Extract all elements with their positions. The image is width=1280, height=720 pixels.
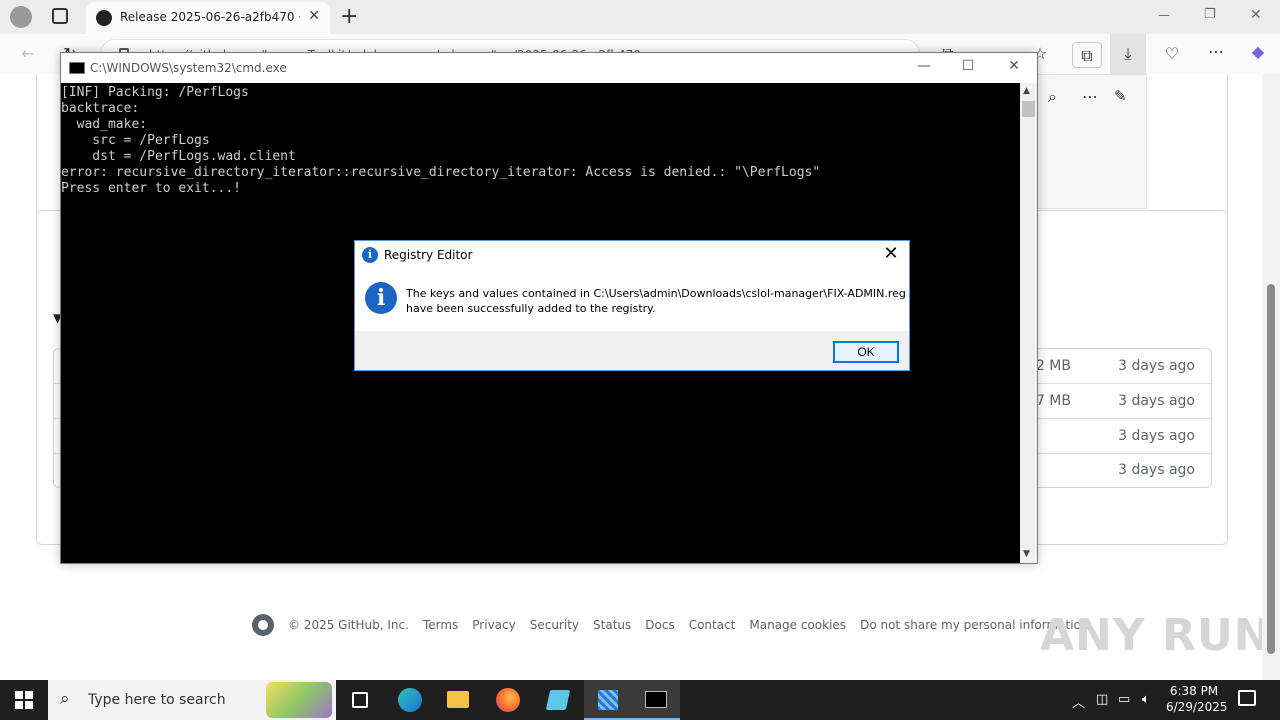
cmd-output: [INF] Packing: /PerfLogs backtrace: wad_m… bbox=[61, 85, 820, 197]
tray-security-icon[interactable]: ◫ bbox=[1096, 692, 1108, 707]
cmd-app-icon bbox=[69, 62, 85, 74]
search-highlight-flowers-icon bbox=[266, 682, 332, 718]
tab-actions-icon[interactable] bbox=[52, 8, 68, 24]
github-logo-icon bbox=[252, 614, 274, 636]
page-scroll-thumb[interactable] bbox=[1267, 284, 1275, 654]
cmd-maximize-button[interactable]: ☐ bbox=[953, 58, 983, 74]
notifications-icon[interactable] bbox=[1238, 690, 1256, 706]
scroll-down-icon[interactable]: ▼ bbox=[1023, 549, 1030, 559]
cmd-titlebar[interactable]: C:\WINDOWS\system32\cmd.exe — ☐ ✕ bbox=[61, 53, 1037, 83]
search-placeholder: Type here to search bbox=[88, 692, 226, 708]
taskbar-notepad[interactable] bbox=[534, 680, 582, 720]
panel-more-icon[interactable]: ⋯ bbox=[1082, 87, 1098, 106]
dialog-message-line: The keys and values contained in C:\User… bbox=[406, 287, 906, 300]
dialog-footer: OK bbox=[355, 331, 909, 370]
footer-link-contact[interactable]: Contact bbox=[689, 618, 736, 632]
dialog-title: Registry Editor bbox=[384, 248, 473, 262]
folder-icon bbox=[447, 691, 469, 708]
window-minimize-button[interactable]: — bbox=[1158, 8, 1170, 22]
dialog-message-line: have been successfully added to the regi… bbox=[406, 302, 656, 315]
taskbar-edge[interactable] bbox=[386, 680, 434, 720]
info-large-icon: i bbox=[365, 282, 397, 314]
start-button[interactable] bbox=[0, 680, 48, 720]
footer-link-security[interactable]: Security bbox=[530, 618, 579, 632]
cmd-line: Press enter to exit...! bbox=[61, 181, 242, 196]
cmd-close-button[interactable]: ✕ bbox=[999, 58, 1029, 74]
task-view-button[interactable] bbox=[336, 680, 384, 720]
scroll-up-icon[interactable]: ▲ bbox=[1023, 86, 1030, 96]
tray-chevron-icon[interactable]: ︿ bbox=[1072, 692, 1085, 711]
profile-avatar[interactable] bbox=[10, 6, 32, 28]
taskbar-registry-editor[interactable] bbox=[584, 680, 632, 720]
cmd-minimize-button[interactable]: — bbox=[909, 58, 939, 74]
registry-editor-dialog: i Registry Editor ✕ i The keys and value… bbox=[354, 240, 910, 371]
taskbar-firefox[interactable] bbox=[484, 680, 532, 720]
asset-date: 3 days ago bbox=[1118, 462, 1195, 478]
cmd-scroll-thumb[interactable] bbox=[1022, 101, 1035, 117]
footer-link-privacy[interactable]: Privacy bbox=[472, 618, 515, 632]
cmd-title: C:\WINDOWS\system32\cmd.exe bbox=[90, 61, 287, 75]
tray-volume-icon[interactable]: 🔈︎ bbox=[1142, 692, 1150, 707]
taskbar-clock[interactable]: 6:38 PM 6/29/2025 bbox=[1166, 683, 1228, 715]
github-favicon-icon bbox=[96, 10, 112, 26]
search-icon: ⌕ bbox=[60, 689, 70, 709]
browser-essentials-icon[interactable]: ♡ bbox=[1160, 44, 1184, 63]
dialog-titlebar[interactable]: i Registry Editor ✕ bbox=[355, 241, 909, 269]
cmd-scrollbar[interactable]: ▲ ▼ bbox=[1020, 83, 1037, 563]
windows-taskbar: ⌕ Type here to search ︿ ◫ ▭ 🔈︎ 6:38 PM 6… bbox=[0, 680, 1280, 720]
footer-link-terms[interactable]: Terms bbox=[423, 618, 458, 632]
browser-tab-bar: Release 2025-06-26-a2fb470 · LeagueToolk… bbox=[0, 0, 1280, 34]
asset-date: 3 days ago bbox=[1118, 393, 1195, 409]
collections-icon[interactable]: ⧉ bbox=[1072, 42, 1102, 68]
task-view-icon bbox=[352, 692, 368, 708]
windows-logo-icon bbox=[15, 691, 33, 709]
side-panel: ⌕ ⋯ ✎ bbox=[1037, 74, 1147, 209]
cmd-line: error: recursive_directory_iterator::rec… bbox=[61, 165, 821, 180]
firefox-icon bbox=[496, 688, 520, 712]
window-restore-button[interactable]: ❐ bbox=[1204, 7, 1216, 22]
downloads-icon[interactable]: ⤓ bbox=[1110, 34, 1146, 74]
page-footer: © 2025 GitHub, Inc. Terms Privacy Security S… bbox=[252, 614, 1103, 636]
copilot-icon[interactable]: ◆ bbox=[1246, 42, 1270, 61]
window-close-button[interactable]: ✕ bbox=[1250, 7, 1262, 23]
new-tab-button[interactable]: + bbox=[340, 4, 358, 29]
pin-icon[interactable]: ✎ bbox=[1114, 87, 1127, 105]
taskbar-search-box[interactable]: ⌕ Type here to search bbox=[48, 680, 336, 720]
asset-size: 2 MB bbox=[1035, 358, 1071, 374]
edge-icon bbox=[398, 688, 422, 712]
browser-tab-active[interactable]: Release 2025-06-26-a2fb470 · LeagueToolk… bbox=[86, 2, 330, 34]
dialog-message: The keys and values contained in C:\User… bbox=[406, 286, 906, 316]
clock-time: 6:38 PM bbox=[1169, 684, 1219, 698]
tray-network-icon[interactable]: ▭ bbox=[1118, 692, 1130, 707]
search-icon[interactable]: ⌕ bbox=[1048, 87, 1057, 107]
taskbar-file-explorer[interactable] bbox=[434, 680, 482, 720]
cmd-line: src = /PerfLogs bbox=[61, 133, 210, 148]
registry-editor-icon bbox=[598, 690, 618, 710]
cmd-line: backtrace: bbox=[61, 101, 140, 116]
dialog-close-button[interactable]: ✕ bbox=[879, 243, 903, 264]
footer-link-status[interactable]: Status bbox=[593, 618, 631, 632]
tab-title: Release 2025-06-26-a2fb470 · LeagueToolk… bbox=[120, 10, 300, 24]
notepad-icon bbox=[545, 690, 571, 710]
cmd-line: wad_make: bbox=[61, 117, 148, 132]
asset-date: 3 days ago bbox=[1118, 428, 1195, 444]
more-options-icon[interactable]: ⋯ bbox=[1204, 42, 1228, 61]
footer-copyright: © 2025 GitHub, Inc. bbox=[288, 617, 409, 632]
taskbar-cmd[interactable] bbox=[632, 680, 680, 720]
asset-date: 3 days ago bbox=[1118, 358, 1195, 374]
info-icon: i bbox=[362, 247, 378, 263]
cmd-line: [INF] Packing: /PerfLogs bbox=[61, 85, 249, 100]
asset-size: 7 MB bbox=[1035, 393, 1071, 409]
cmd-taskbar-icon bbox=[645, 691, 667, 708]
anyrun-watermark: ANY RUN bbox=[1040, 610, 1272, 661]
ok-button[interactable]: OK bbox=[833, 341, 899, 363]
footer-link-manage-cookies[interactable]: Manage cookies bbox=[749, 618, 846, 632]
tab-close-icon[interactable]: ✕ bbox=[308, 8, 320, 24]
cmd-line: dst = /PerfLogs.wad.client bbox=[61, 149, 296, 164]
clock-date: 6/29/2025 bbox=[1166, 700, 1228, 714]
footer-link-docs[interactable]: Docs bbox=[645, 618, 674, 632]
back-icon[interactable]: ← bbox=[16, 44, 40, 63]
page-scrollbar[interactable] bbox=[1262, 74, 1280, 680]
